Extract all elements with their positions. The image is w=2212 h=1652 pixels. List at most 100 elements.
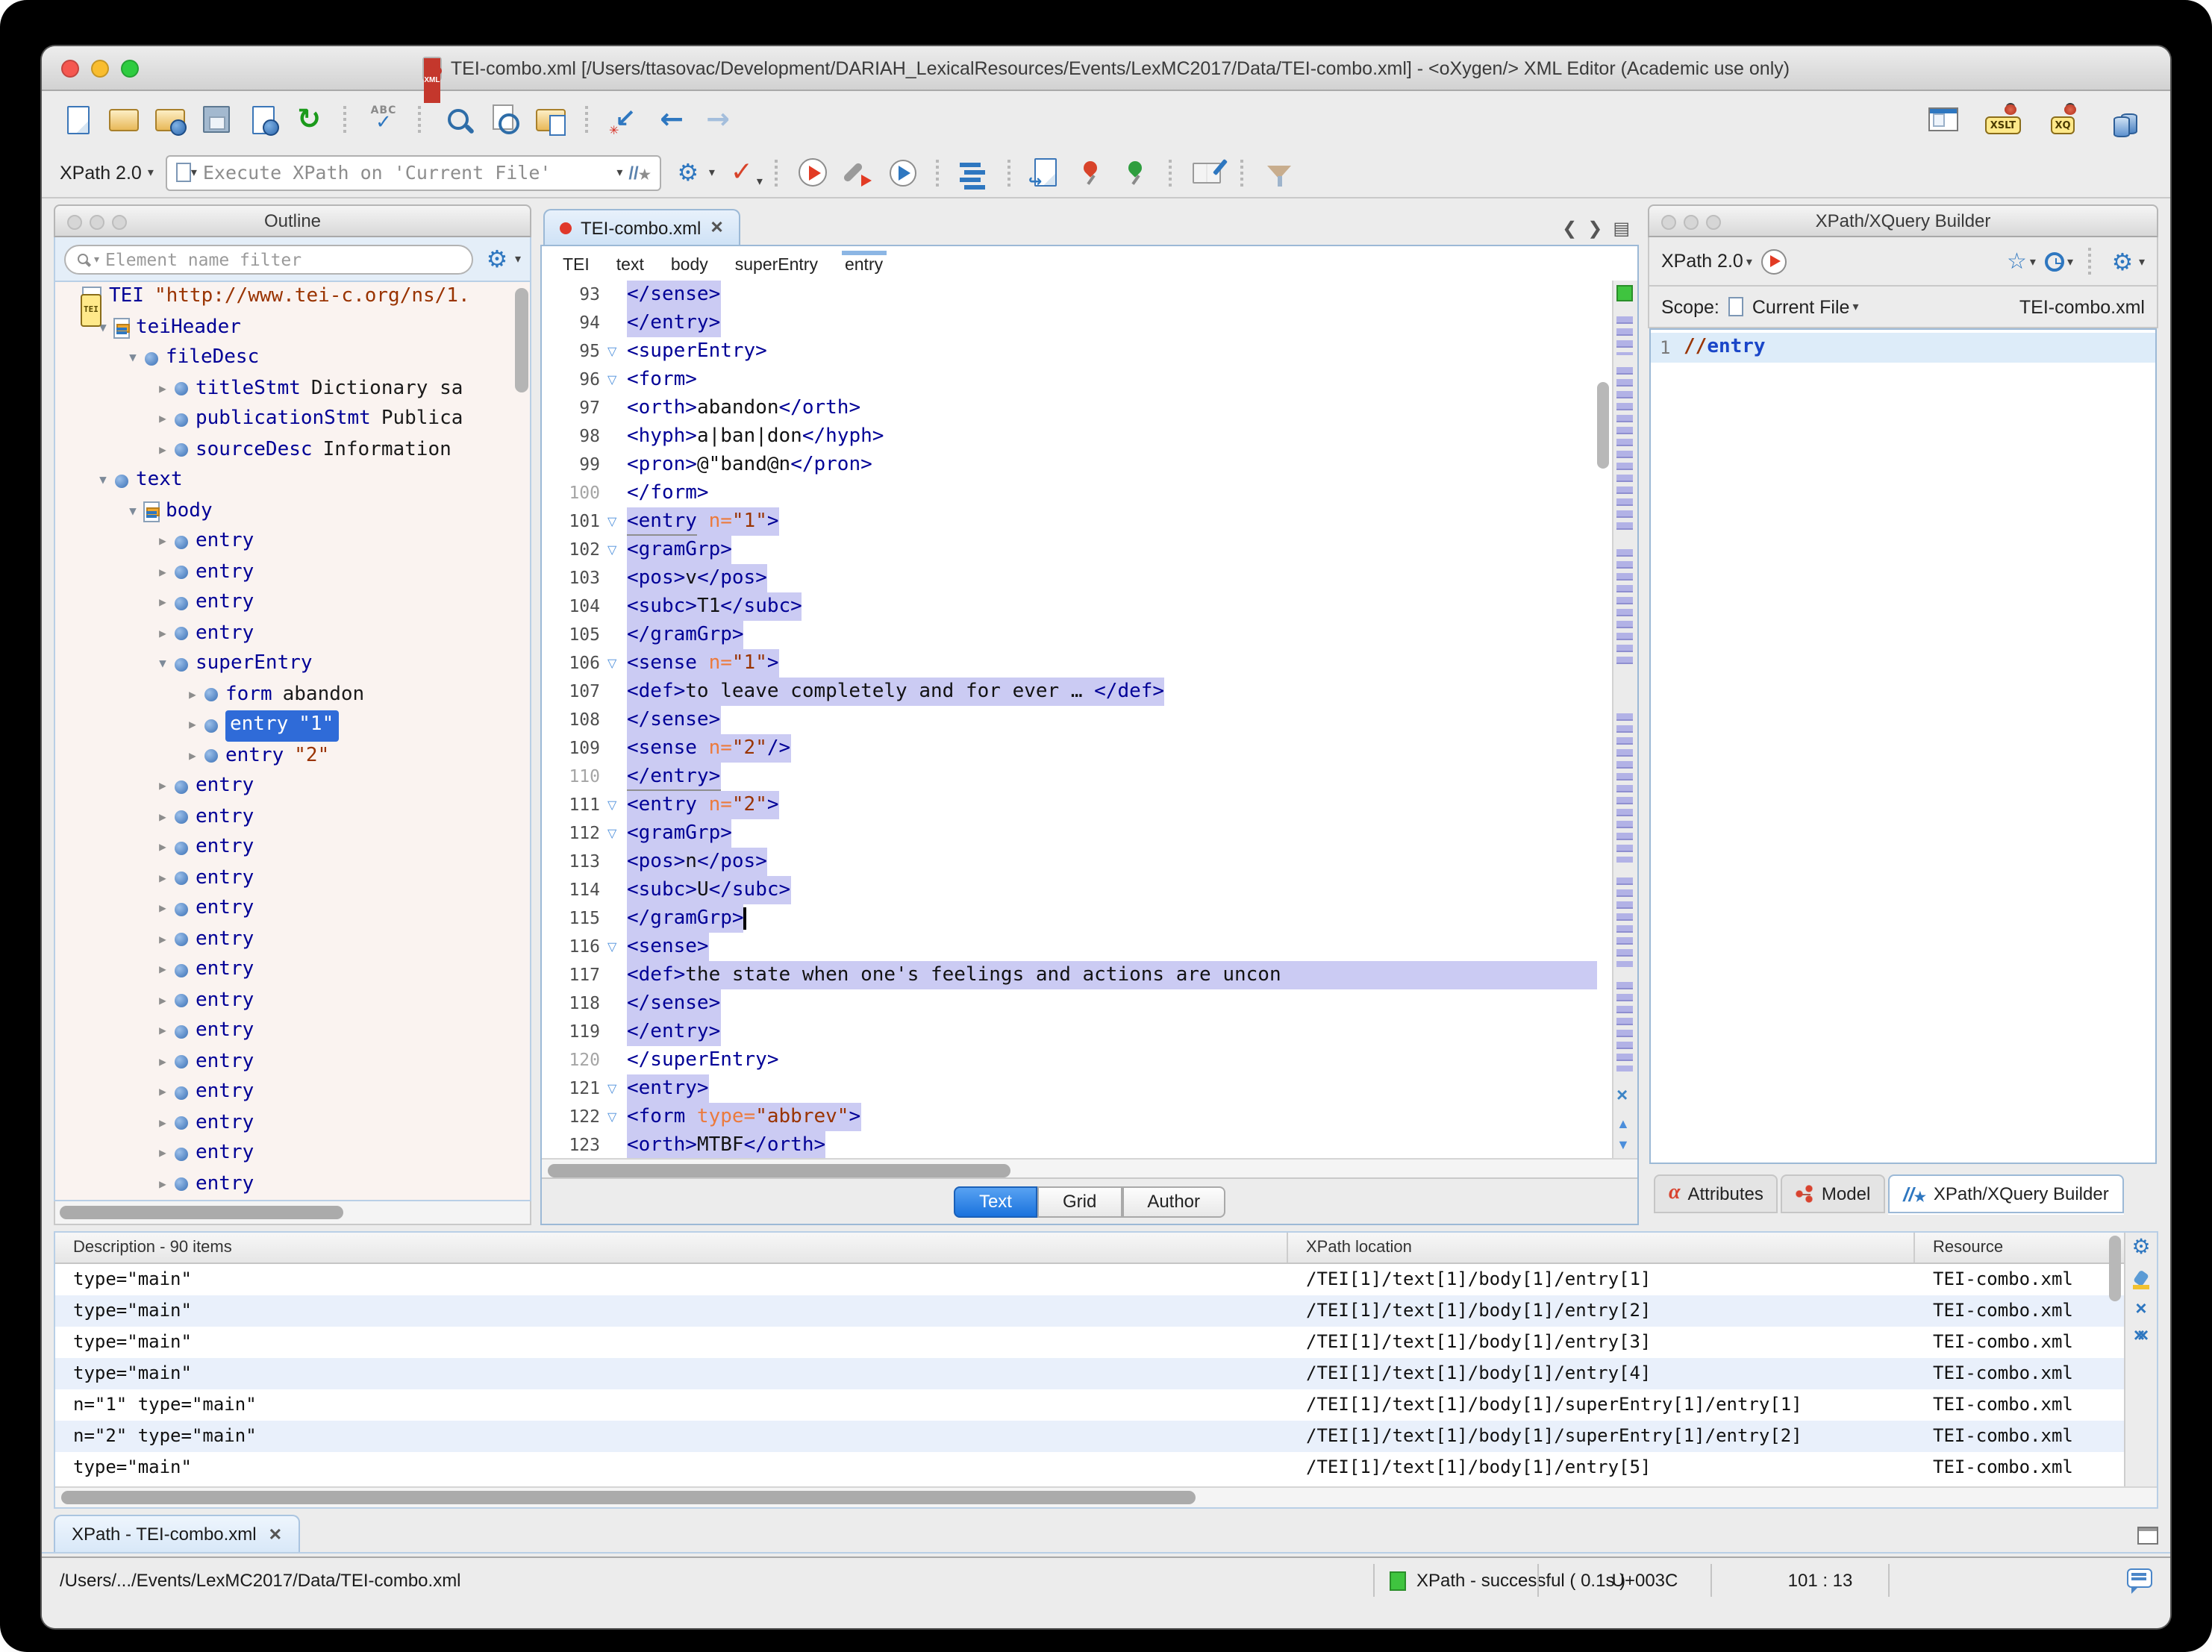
save-url-icon[interactable] xyxy=(245,101,281,137)
outline-node-entry[interactable]: ▶entry xyxy=(55,588,530,619)
code-line-98[interactable]: 98 <hyph>a|ban|don</hyph> xyxy=(542,422,1637,451)
open-url-icon[interactable] xyxy=(152,101,188,137)
last-modification-icon[interactable] xyxy=(607,101,643,137)
code-line-123[interactable]: 123 <orth>MTBF</orth> xyxy=(542,1131,1637,1158)
forward-icon[interactable] xyxy=(700,101,736,137)
expand-icon[interactable]: ▶ xyxy=(154,924,172,955)
code-line-108[interactable]: 108 </sense> xyxy=(542,706,1637,734)
code-line-104[interactable]: 104 <subc>T1</subc> xyxy=(542,592,1637,621)
code-line-112[interactable]: 112▽ <gramGrp> xyxy=(542,819,1637,848)
debug-xslt-icon[interactable] xyxy=(1985,101,2021,137)
outline-node-teiHeader[interactable]: ▼teiHeader xyxy=(55,313,530,343)
outline-node-entry[interactable]: ▶entry xyxy=(55,863,530,894)
result-row[interactable]: type="main"/TEI[1]/text[1]/body[1]/entry… xyxy=(55,1264,2157,1295)
expand-icon[interactable]: ▶ xyxy=(154,557,172,588)
outline-node-TEI[interactable]: TEI"http://www.tei-c.org/ns/1. xyxy=(55,282,530,313)
highlight-results-icon[interactable] xyxy=(2132,1271,2150,1289)
fold-toggle-icon[interactable]: ▽ xyxy=(607,819,627,848)
code-line-110[interactable]: 110 </entry> xyxy=(542,763,1637,791)
prev-marker-icon[interactable]: ▲ xyxy=(1616,1118,1630,1131)
outline-node-text[interactable]: ▼text xyxy=(55,466,530,496)
code-line-106[interactable]: 106▽ <sense n="1"> xyxy=(542,649,1637,678)
fold-toggle-icon[interactable]: ▽ xyxy=(607,536,627,564)
code-line-116[interactable]: 116▽ <sense> xyxy=(542,933,1637,961)
expand-icon[interactable]: ▶ xyxy=(184,741,201,772)
results-vscrollbar[interactable] xyxy=(2109,1236,2121,1301)
code-line-94[interactable]: 94 </entry> xyxy=(542,309,1637,337)
close-tab-icon[interactable]: ✕ xyxy=(269,1524,282,1544)
outline-node-entry[interactable]: ▶entry xyxy=(55,986,530,1016)
outline-node-entry[interactable]: ▶entry xyxy=(55,619,530,649)
outline-node-entry[interactable]: ▶entry xyxy=(55,1047,530,1077)
clear-markers-icon[interactable]: × xyxy=(1616,1086,1628,1104)
xpath-expression-editor[interactable]: 1 //entry xyxy=(1649,328,2157,1164)
database-icon[interactable] xyxy=(2105,101,2140,137)
expand-icon[interactable]: ▶ xyxy=(154,1047,172,1077)
code-line-97[interactable]: 97 <orth>abandon</orth> xyxy=(542,394,1637,422)
validate-icon[interactable] xyxy=(724,154,760,190)
pin-red-icon[interactable] xyxy=(1073,154,1109,190)
code-line-105[interactable]: 105 </gramGrp> xyxy=(542,621,1637,649)
code-line-101[interactable]: 101▽ <entry n="1"> xyxy=(542,507,1637,536)
code-line-103[interactable]: 103 <pos>v</pos> xyxy=(542,564,1637,592)
next-tab-icon[interactable]: ❯ xyxy=(1587,218,1602,239)
outline-node-sourceDesc[interactable]: ▶sourceDescInformation xyxy=(55,435,530,466)
xpath-expression-combo[interactable]: ▾ Execute XPath on 'Current File' ▾ //★ xyxy=(166,154,661,190)
builder-header[interactable]: XPath/XQuery Builder xyxy=(1648,204,2158,237)
expand-icon[interactable]: ▶ xyxy=(184,680,201,710)
collapse-icon[interactable]: ▼ xyxy=(94,466,112,496)
outline-node-form[interactable]: ▶formabandon xyxy=(55,680,530,710)
code-line-96[interactable]: 96▽ <form> xyxy=(542,366,1637,394)
breadcrumb-item-body[interactable]: body xyxy=(671,251,708,275)
debug-xq-icon[interactable] xyxy=(2045,101,2081,137)
outline-node-body[interactable]: ▼body xyxy=(55,496,530,527)
expand-icon[interactable]: ▶ xyxy=(154,863,172,894)
spell-check-icon[interactable] xyxy=(366,101,402,137)
expand-icon[interactable]: ▶ xyxy=(154,1077,172,1108)
outline-node-entry[interactable]: ▶entry xyxy=(55,802,530,833)
code-line-107[interactable]: 107 <def>to leave completely and for eve… xyxy=(542,678,1637,706)
fold-toggle-icon[interactable]: ▽ xyxy=(607,649,627,678)
tab-xpath-results[interactable]: XPath - TEI-combo.xml ✕ xyxy=(54,1515,300,1552)
expand-icon[interactable]: ▶ xyxy=(154,404,172,435)
tab-tei-combo[interactable]: TEI-combo.xml ✕ xyxy=(543,209,740,245)
panel-layout-icon[interactable] xyxy=(2137,1527,2158,1545)
configure-transformation-icon[interactable] xyxy=(840,154,876,190)
result-row[interactable]: type="main"/TEI[1]/text[1]/body[1]/entry… xyxy=(55,1358,2157,1389)
open-folder-icon[interactable] xyxy=(106,101,142,137)
code-line-93[interactable]: 93 </sense> xyxy=(542,281,1637,309)
expand-icon[interactable]: ▶ xyxy=(154,1108,172,1139)
breadcrumb-item-text[interactable]: text xyxy=(616,251,644,275)
column-description[interactable]: Description - 90 items xyxy=(55,1233,1288,1263)
outline-node-entry[interactable]: ▶entry xyxy=(55,894,530,924)
code-line-114[interactable]: 114 <subc>U</subc> xyxy=(542,876,1637,904)
debug-transformation-icon[interactable] xyxy=(885,154,921,190)
marker-strip[interactable]: × ▲ ▼ xyxy=(1612,281,1637,1158)
outline-node-entry[interactable]: ▶entry xyxy=(55,1108,530,1139)
panel-tab-xpath-xquery-builder[interactable]: //★XPath/XQuery Builder xyxy=(1888,1174,2123,1213)
collapse-icon[interactable]: ▼ xyxy=(124,343,142,374)
find-in-files-icon[interactable] xyxy=(487,101,522,137)
zoom-button[interactable] xyxy=(121,60,139,78)
remove-result-icon[interactable]: × xyxy=(2135,1301,2146,1316)
find-icon[interactable] xyxy=(440,101,476,137)
expand-icon[interactable]: ▶ xyxy=(154,1016,172,1047)
code-line-121[interactable]: 121▽ <entry> xyxy=(542,1074,1637,1103)
code-line-109[interactable]: 109 <sense n="2"/> xyxy=(542,734,1637,763)
outline-header[interactable]: Outline xyxy=(54,204,531,237)
xpath-update-icon[interactable]: //★ xyxy=(628,162,651,183)
view-button-text[interactable]: Text xyxy=(954,1186,1037,1217)
minimize-button[interactable] xyxy=(91,60,109,78)
result-row[interactable]: type="main"/TEI[1]/text[1]/body[1]/entry… xyxy=(55,1452,2157,1483)
fold-toggle-icon[interactable]: ▽ xyxy=(607,1074,627,1103)
fold-toggle-icon[interactable]: ▽ xyxy=(607,1103,627,1131)
fold-toggle-icon[interactable]: ▽ xyxy=(607,933,627,961)
xpath-version-selector[interactable]: XPath 2.0▾ xyxy=(57,162,157,183)
view-button-grid[interactable]: Grid xyxy=(1037,1186,1122,1217)
remove-all-results-icon[interactable]: ×× xyxy=(2134,1328,2141,1343)
code-line-118[interactable]: 118 </sense> xyxy=(542,989,1637,1018)
prev-tab-icon[interactable]: ❮ xyxy=(1562,218,1577,239)
find-replace-in-files-icon[interactable] xyxy=(533,101,569,137)
code-line-95[interactable]: 95▽ <superEntry> xyxy=(542,337,1637,366)
outline-vscrollbar[interactable] xyxy=(515,288,528,392)
